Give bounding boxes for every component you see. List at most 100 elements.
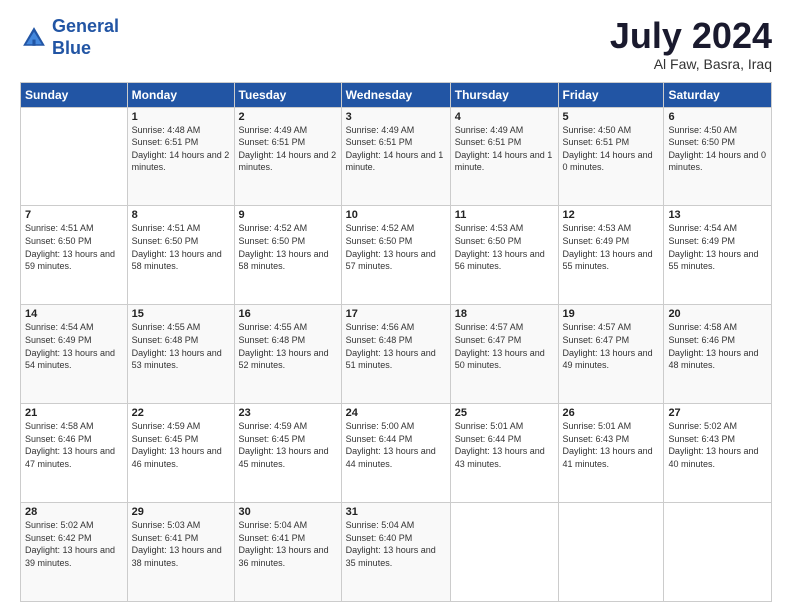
header-friday: Friday (558, 82, 664, 107)
header: General Blue July 2024 Al Faw, Basra, Ir… (20, 16, 772, 72)
day-info: Sunrise: 4:54 AMSunset: 6:49 PMDaylight:… (25, 321, 123, 371)
day-info: Sunrise: 4:58 AMSunset: 6:46 PMDaylight:… (25, 420, 123, 470)
week-row-4: 28Sunrise: 5:02 AMSunset: 6:42 PMDayligh… (21, 503, 772, 602)
day-info: Sunrise: 5:00 AMSunset: 6:44 PMDaylight:… (346, 420, 446, 470)
calendar-cell: 7Sunrise: 4:51 AMSunset: 6:50 PMDaylight… (21, 206, 128, 305)
calendar-cell: 11Sunrise: 4:53 AMSunset: 6:50 PMDayligh… (450, 206, 558, 305)
day-info: Sunrise: 4:56 AMSunset: 6:48 PMDaylight:… (346, 321, 446, 371)
week-row-3: 21Sunrise: 4:58 AMSunset: 6:46 PMDayligh… (21, 404, 772, 503)
calendar-cell: 10Sunrise: 4:52 AMSunset: 6:50 PMDayligh… (341, 206, 450, 305)
day-number: 6 (668, 111, 767, 123)
day-number: 16 (239, 308, 337, 320)
day-info: Sunrise: 4:55 AMSunset: 6:48 PMDaylight:… (239, 321, 337, 371)
day-number: 18 (455, 308, 554, 320)
day-number: 25 (455, 407, 554, 419)
day-number: 30 (239, 506, 337, 518)
day-number: 28 (25, 506, 123, 518)
day-number: 31 (346, 506, 446, 518)
day-number: 9 (239, 209, 337, 221)
day-info: Sunrise: 4:51 AMSunset: 6:50 PMDaylight:… (132, 222, 230, 272)
header-wednesday: Wednesday (341, 82, 450, 107)
day-number: 15 (132, 308, 230, 320)
calendar-cell: 23Sunrise: 4:59 AMSunset: 6:45 PMDayligh… (234, 404, 341, 503)
day-number: 10 (346, 209, 446, 221)
day-info: Sunrise: 4:59 AMSunset: 6:45 PMDaylight:… (239, 420, 337, 470)
day-info: Sunrise: 5:01 AMSunset: 6:44 PMDaylight:… (455, 420, 554, 470)
day-info: Sunrise: 4:48 AMSunset: 6:51 PMDaylight:… (132, 124, 230, 174)
calendar-cell: 20Sunrise: 4:58 AMSunset: 6:46 PMDayligh… (664, 305, 772, 404)
week-row-1: 7Sunrise: 4:51 AMSunset: 6:50 PMDaylight… (21, 206, 772, 305)
day-number: 7 (25, 209, 123, 221)
day-number: 17 (346, 308, 446, 320)
day-number: 23 (239, 407, 337, 419)
day-number: 21 (25, 407, 123, 419)
day-info: Sunrise: 4:55 AMSunset: 6:48 PMDaylight:… (132, 321, 230, 371)
logo-line2: Blue (52, 38, 91, 58)
day-info: Sunrise: 5:04 AMSunset: 6:40 PMDaylight:… (346, 519, 446, 569)
calendar-cell: 6Sunrise: 4:50 AMSunset: 6:50 PMDaylight… (664, 107, 772, 206)
calendar-cell: 27Sunrise: 5:02 AMSunset: 6:43 PMDayligh… (664, 404, 772, 503)
day-number: 3 (346, 111, 446, 123)
day-number: 20 (668, 308, 767, 320)
calendar-cell: 25Sunrise: 5:01 AMSunset: 6:44 PMDayligh… (450, 404, 558, 503)
page: General Blue July 2024 Al Faw, Basra, Ir… (0, 0, 792, 612)
header-sunday: Sunday (21, 82, 128, 107)
day-info: Sunrise: 5:04 AMSunset: 6:41 PMDaylight:… (239, 519, 337, 569)
day-number: 29 (132, 506, 230, 518)
day-number: 13 (668, 209, 767, 221)
calendar-cell: 5Sunrise: 4:50 AMSunset: 6:51 PMDaylight… (558, 107, 664, 206)
calendar-cell: 3Sunrise: 4:49 AMSunset: 6:51 PMDaylight… (341, 107, 450, 206)
day-info: Sunrise: 4:53 AMSunset: 6:49 PMDaylight:… (563, 222, 660, 272)
header-saturday: Saturday (664, 82, 772, 107)
day-info: Sunrise: 4:51 AMSunset: 6:50 PMDaylight:… (25, 222, 123, 272)
calendar-cell (664, 503, 772, 602)
day-number: 4 (455, 111, 554, 123)
calendar-cell: 31Sunrise: 5:04 AMSunset: 6:40 PMDayligh… (341, 503, 450, 602)
day-info: Sunrise: 4:59 AMSunset: 6:45 PMDaylight:… (132, 420, 230, 470)
subtitle: Al Faw, Basra, Iraq (610, 56, 772, 72)
calendar-cell: 26Sunrise: 5:01 AMSunset: 6:43 PMDayligh… (558, 404, 664, 503)
title-block: July 2024 Al Faw, Basra, Iraq (610, 16, 772, 72)
day-info: Sunrise: 5:03 AMSunset: 6:41 PMDaylight:… (132, 519, 230, 569)
logo: General Blue (20, 16, 119, 59)
logo-icon (20, 24, 48, 52)
day-info: Sunrise: 4:50 AMSunset: 6:50 PMDaylight:… (668, 124, 767, 174)
day-info: Sunrise: 5:02 AMSunset: 6:42 PMDaylight:… (25, 519, 123, 569)
day-info: Sunrise: 4:57 AMSunset: 6:47 PMDaylight:… (455, 321, 554, 371)
calendar-cell: 14Sunrise: 4:54 AMSunset: 6:49 PMDayligh… (21, 305, 128, 404)
header-monday: Monday (127, 82, 234, 107)
day-info: Sunrise: 4:52 AMSunset: 6:50 PMDaylight:… (346, 222, 446, 272)
day-number: 27 (668, 407, 767, 419)
day-number: 11 (455, 209, 554, 221)
day-number: 2 (239, 111, 337, 123)
calendar-cell: 16Sunrise: 4:55 AMSunset: 6:48 PMDayligh… (234, 305, 341, 404)
day-info: Sunrise: 4:49 AMSunset: 6:51 PMDaylight:… (239, 124, 337, 174)
day-info: Sunrise: 4:53 AMSunset: 6:50 PMDaylight:… (455, 222, 554, 272)
main-title: July 2024 (610, 16, 772, 56)
day-info: Sunrise: 4:57 AMSunset: 6:47 PMDaylight:… (563, 321, 660, 371)
calendar-cell: 13Sunrise: 4:54 AMSunset: 6:49 PMDayligh… (664, 206, 772, 305)
day-info: Sunrise: 4:50 AMSunset: 6:51 PMDaylight:… (563, 124, 660, 174)
calendar-cell: 22Sunrise: 4:59 AMSunset: 6:45 PMDayligh… (127, 404, 234, 503)
day-info: Sunrise: 4:54 AMSunset: 6:49 PMDaylight:… (668, 222, 767, 272)
day-info: Sunrise: 5:01 AMSunset: 6:43 PMDaylight:… (563, 420, 660, 470)
header-tuesday: Tuesday (234, 82, 341, 107)
calendar-cell: 21Sunrise: 4:58 AMSunset: 6:46 PMDayligh… (21, 404, 128, 503)
calendar-cell: 28Sunrise: 5:02 AMSunset: 6:42 PMDayligh… (21, 503, 128, 602)
calendar-cell: 4Sunrise: 4:49 AMSunset: 6:51 PMDaylight… (450, 107, 558, 206)
day-number: 5 (563, 111, 660, 123)
calendar-cell: 8Sunrise: 4:51 AMSunset: 6:50 PMDaylight… (127, 206, 234, 305)
calendar-cell: 17Sunrise: 4:56 AMSunset: 6:48 PMDayligh… (341, 305, 450, 404)
day-info: Sunrise: 5:02 AMSunset: 6:43 PMDaylight:… (668, 420, 767, 470)
calendar-cell: 24Sunrise: 5:00 AMSunset: 6:44 PMDayligh… (341, 404, 450, 503)
logo-line1: General (52, 16, 119, 36)
calendar-cell: 9Sunrise: 4:52 AMSunset: 6:50 PMDaylight… (234, 206, 341, 305)
calendar-cell (21, 107, 128, 206)
day-number: 1 (132, 111, 230, 123)
day-info: Sunrise: 4:52 AMSunset: 6:50 PMDaylight:… (239, 222, 337, 272)
day-number: 12 (563, 209, 660, 221)
calendar-cell: 12Sunrise: 4:53 AMSunset: 6:49 PMDayligh… (558, 206, 664, 305)
calendar-cell: 29Sunrise: 5:03 AMSunset: 6:41 PMDayligh… (127, 503, 234, 602)
week-row-2: 14Sunrise: 4:54 AMSunset: 6:49 PMDayligh… (21, 305, 772, 404)
calendar-cell: 19Sunrise: 4:57 AMSunset: 6:47 PMDayligh… (558, 305, 664, 404)
